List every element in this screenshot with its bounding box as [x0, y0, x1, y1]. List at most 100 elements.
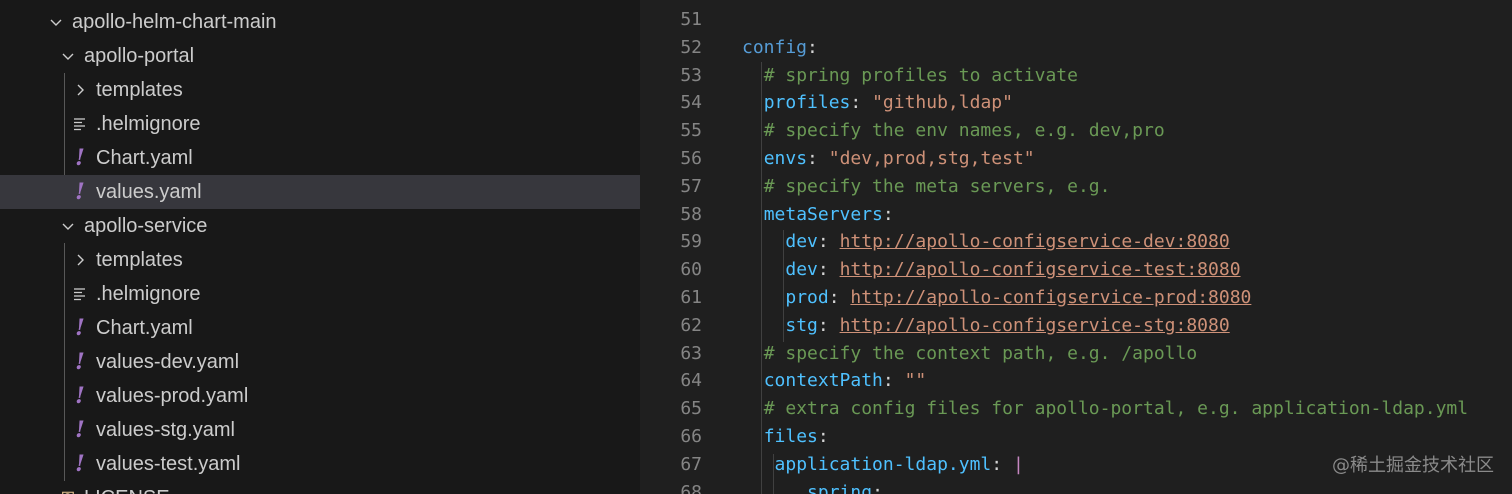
code-line[interactable]: 68 spring: — [640, 479, 1512, 494]
tree-item-label: apollo-portal — [84, 44, 195, 67]
tree-item-license[interactable]: ⚿ LICENSE — [0, 481, 640, 494]
code-text: files: — [742, 423, 829, 451]
tree-item-label: templates — [96, 78, 183, 101]
code-line[interactable]: 66 files: — [640, 423, 1512, 451]
tree-item-helmignore[interactable]: .helmignore — [0, 107, 640, 141]
code-comment: # extra config files for apollo-portal, … — [763, 398, 1469, 420]
code-line[interactable]: 56 envs: "dev,prod,stg,test" — [640, 145, 1512, 173]
code-link[interactable]: http://apollo-configservice-stg:8080 — [840, 315, 1230, 336]
code-link[interactable]: http://apollo-configservice-prod:8080 — [850, 287, 1251, 308]
code-text: # specify the env names, e.g. dev,pro — [742, 117, 1165, 145]
yaml-file-icon: ! — [75, 145, 85, 171]
text-file-icon — [70, 284, 90, 304]
code-token: | — [1012, 453, 1024, 475]
code-token: : — [807, 148, 829, 169]
tree-item-label: values-stg.yaml — [96, 418, 235, 441]
tree-item-chart-yaml[interactable]: ! Chart.yaml — [0, 311, 640, 345]
code-token: : — [817, 426, 829, 447]
code-line[interactable]: 54 profiles: "github,ldap" — [640, 89, 1512, 117]
tree-item-templates[interactable]: templates — [0, 73, 640, 107]
tree-item-chart-yaml[interactable]: ! Chart.yaml — [0, 141, 640, 175]
code-line[interactable]: 65 # extra config files for apollo-porta… — [640, 395, 1512, 423]
tree-item-label: templates — [96, 248, 183, 271]
tree-item-values-prod-yaml[interactable]: ! values-prod.yaml — [0, 379, 640, 413]
code-text: dev: http://apollo-configservice-dev:808… — [742, 228, 1230, 256]
code-text: contextPath: "" — [742, 367, 927, 395]
code-text: config: — [742, 34, 818, 62]
tree-item-templates[interactable]: templates — [0, 243, 640, 277]
code-token: profiles — [763, 92, 851, 114]
code-comment: # specify the meta servers, e.g. — [763, 175, 1111, 197]
code-token: : — [807, 36, 818, 58]
code-line[interactable]: 52 config: — [640, 34, 1512, 62]
code-line[interactable]: 58 metaServers: — [640, 201, 1512, 229]
tree-item-helmignore[interactable]: .helmignore — [0, 277, 640, 311]
code-line[interactable]: 60 dev: http://apollo-configservice-test… — [640, 256, 1512, 284]
line-number: 59 — [680, 231, 702, 253]
code-text: # specify the meta servers, e.g. — [742, 173, 1111, 201]
chevron-down-icon — [58, 46, 78, 66]
code-line[interactable]: 53 # spring profiles to activate — [640, 62, 1512, 90]
tree-item-apollo-service[interactable]: apollo-service — [0, 209, 640, 243]
code-link[interactable]: http://apollo-configservice-test:8080 — [840, 259, 1241, 280]
tree-item-label: values-test.yaml — [96, 452, 241, 475]
line-number: 60 — [680, 259, 702, 281]
code-string: "" — [904, 370, 927, 392]
code-token: dev — [785, 231, 818, 253]
code-token: metaServers — [763, 203, 883, 225]
tree-item-apollo-portal[interactable]: apollo-portal — [0, 39, 640, 73]
line-number: 52 — [680, 36, 702, 58]
code-line[interactable]: 55 # specify the env names, e.g. dev,pro — [640, 117, 1512, 145]
chevron-right-icon — [70, 250, 90, 270]
code-text: envs: "dev,prod,stg,test" — [742, 145, 1035, 173]
code-line[interactable]: 59 dev: http://apollo-configservice-dev:… — [640, 228, 1512, 256]
tree-item-label: values-dev.yaml — [96, 350, 240, 373]
yaml-file-icon: ! — [75, 383, 85, 409]
code-text: # extra config files for apollo-portal, … — [742, 395, 1468, 423]
code-token: : — [817, 259, 840, 281]
code-comment: # spring profiles to activate — [763, 64, 1078, 86]
tree-item-values-yaml[interactable]: ! values.yaml — [0, 175, 640, 209]
code-line[interactable]: 61 prod: http://apollo-configservice-pro… — [640, 284, 1512, 312]
code-link[interactable]: http://apollo-configservice-dev:8080 — [840, 231, 1230, 252]
code-token: : — [828, 287, 851, 308]
line-number: 68 — [680, 481, 702, 494]
code-token: dev — [785, 259, 818, 281]
tree-item-label: LICENSE — [84, 487, 170, 494]
code-token: : — [817, 314, 840, 336]
chevron-right-icon — [70, 80, 90, 100]
tree-item-label: Chart.yaml — [96, 146, 193, 169]
code-text: dev: http://apollo-configservice-test:80… — [742, 256, 1241, 284]
code-editor[interactable]: 51 52 config: 53 # spring profiles to activ… — [640, 0, 1512, 494]
code-string: "github,ldap" — [872, 92, 1013, 114]
tree-item-apollo-helm-chart-main[interactable]: apollo-helm-chart-main — [0, 5, 640, 39]
code-token: files — [763, 426, 818, 447]
line-number: 56 — [680, 148, 702, 169]
watermark: @稀土掘金技术社区 — [1332, 455, 1494, 476]
code-line[interactable]: 57 # specify the meta servers, e.g. — [640, 173, 1512, 201]
tree-item-values-dev-yaml[interactable]: ! values-dev.yaml — [0, 345, 640, 379]
code-string: "dev,prod,stg,test" — [828, 148, 1035, 169]
tree-item-values-test-yaml[interactable]: ! values-test.yaml — [0, 447, 640, 481]
code-line[interactable]: 62 stg: http://apollo-configservice-stg:… — [640, 312, 1512, 340]
line-number: 51 — [680, 9, 702, 30]
line-number: 55 — [680, 120, 702, 142]
code-token: : — [882, 203, 894, 225]
line-number: 53 — [680, 64, 702, 86]
code-token: : — [817, 231, 840, 253]
code-line[interactable]: 51 — [640, 6, 1512, 34]
code-text: spring: — [742, 479, 883, 494]
code-comment: # specify the context path, e.g. /apollo — [763, 342, 1198, 364]
code-line[interactable]: 63 # specify the context path, e.g. /apo… — [640, 340, 1512, 368]
tree-item-values-stg-yaml[interactable]: ! values-stg.yaml — [0, 413, 640, 447]
code-line[interactable]: 64 contextPath: "" — [640, 367, 1512, 395]
code-token: : — [991, 453, 1013, 475]
code-token: stg — [785, 314, 818, 336]
